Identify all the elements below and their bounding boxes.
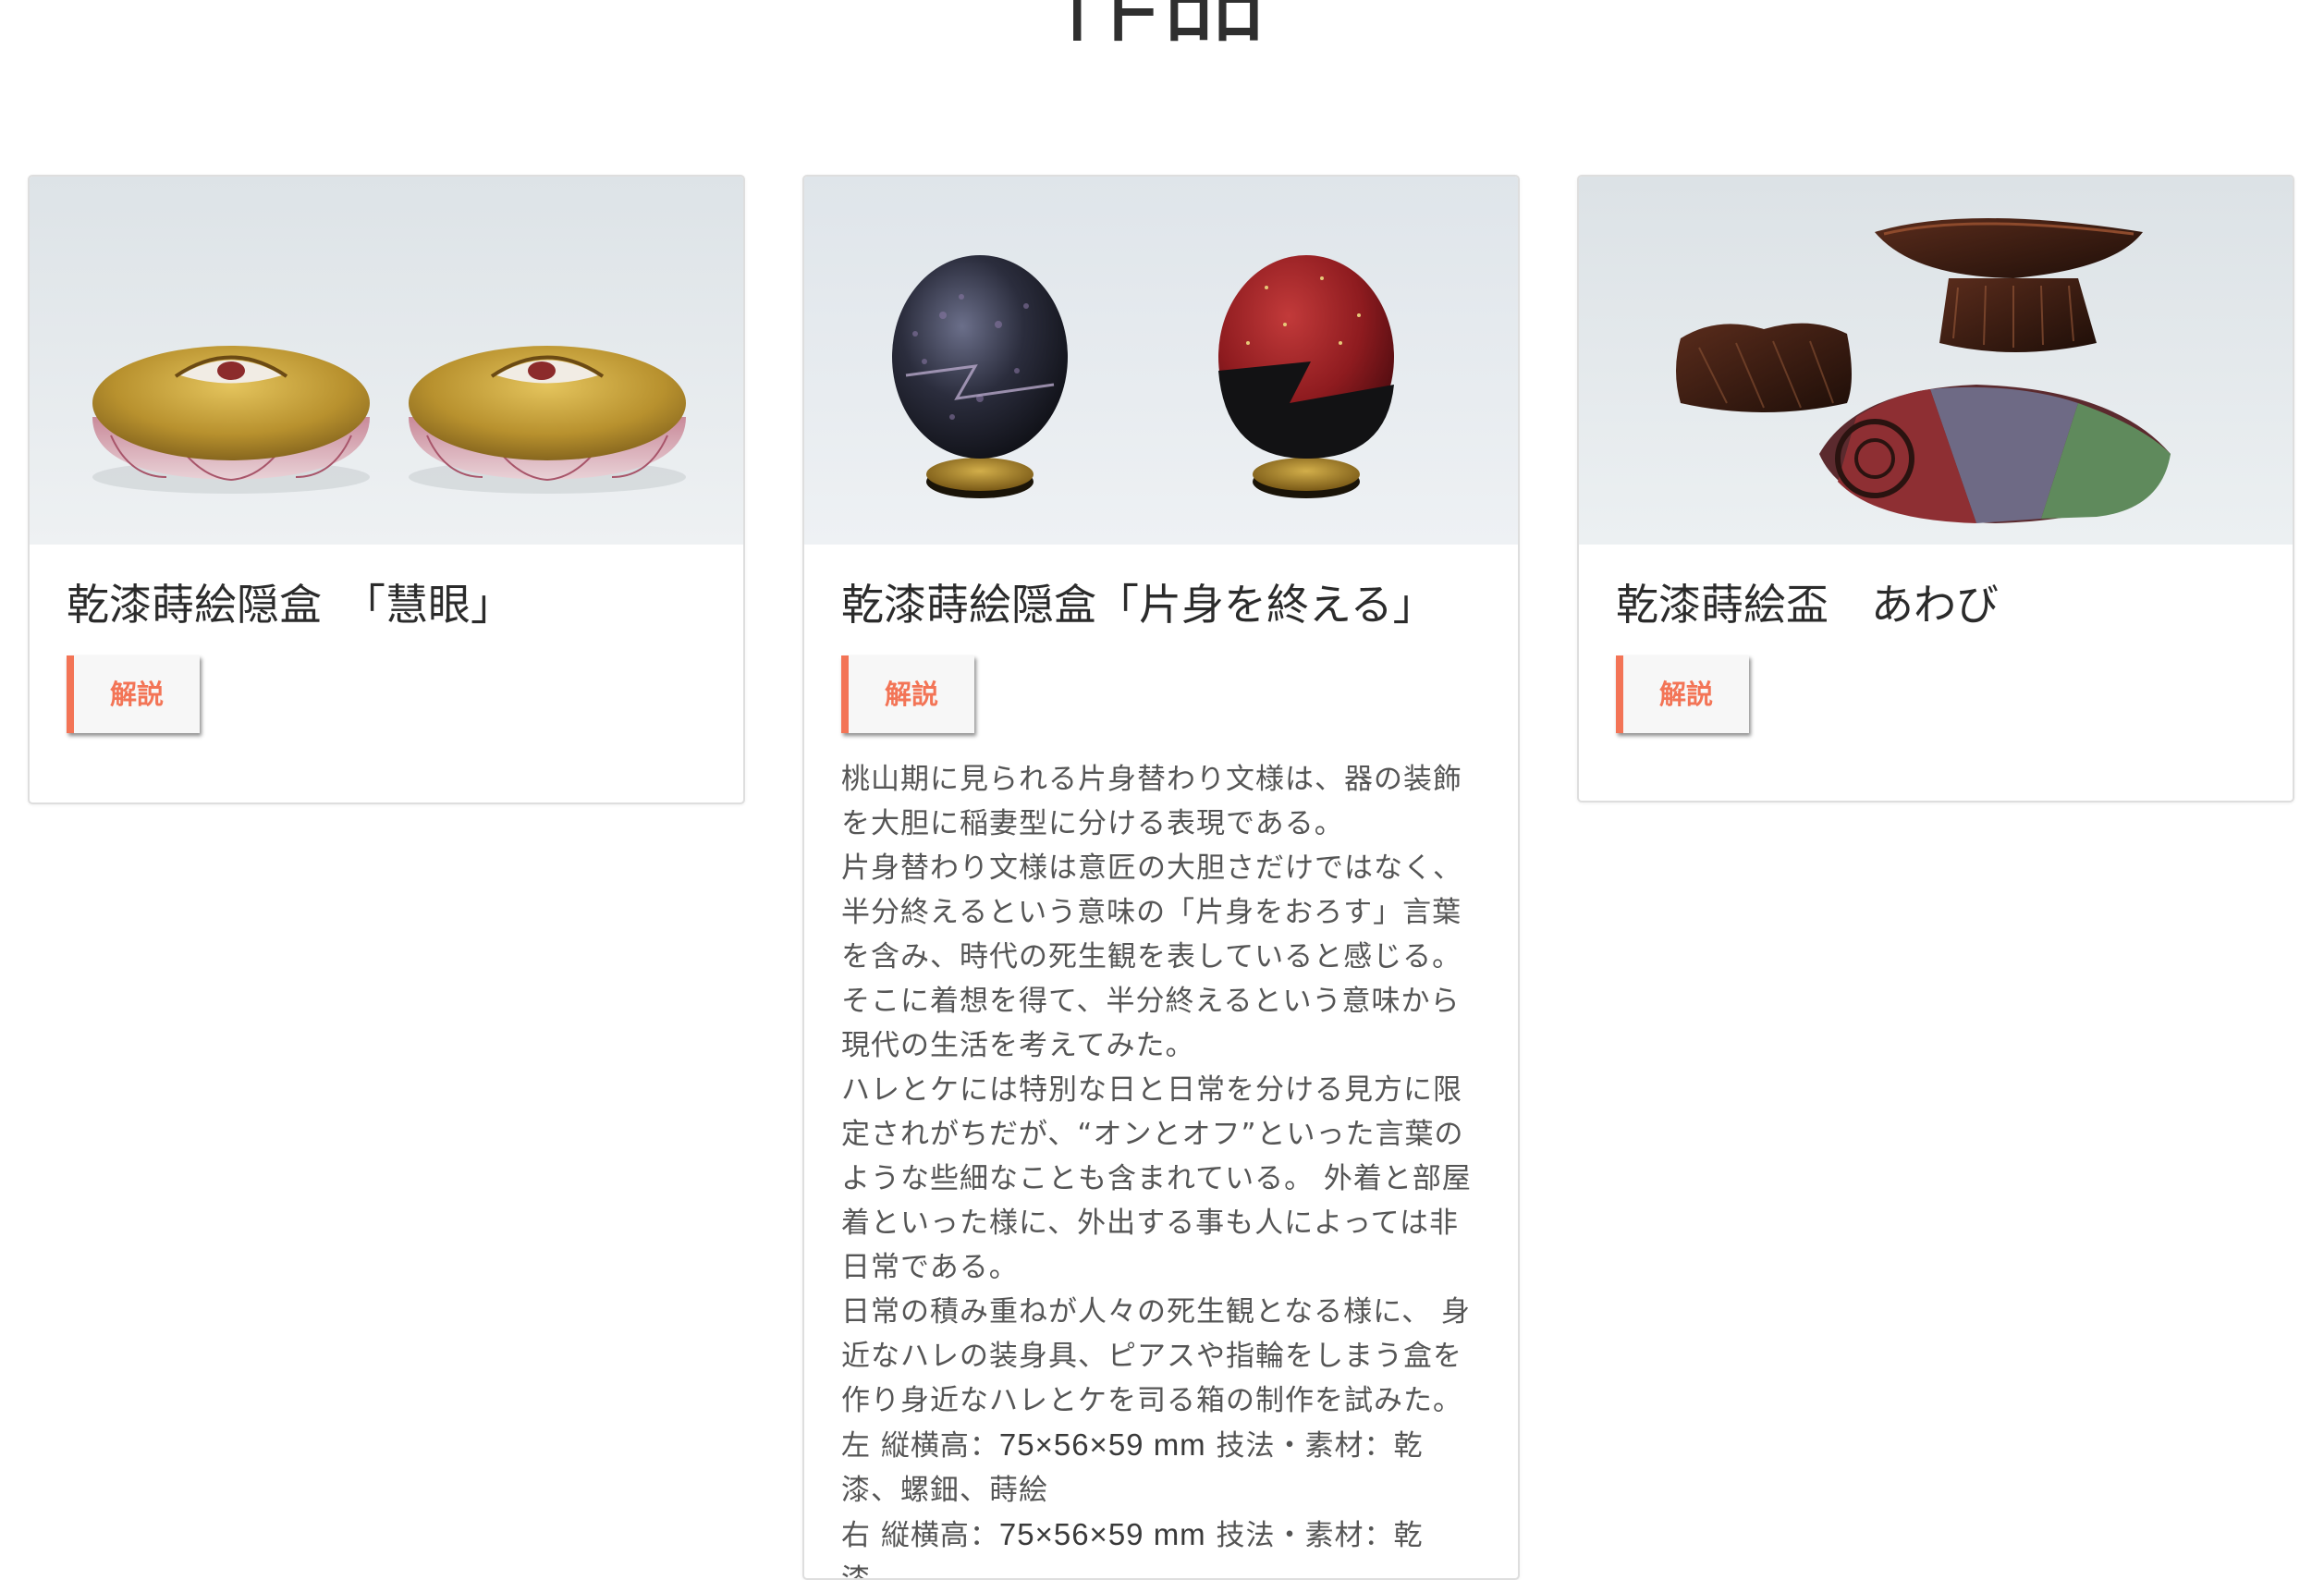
explain-button[interactable]: 解説 (841, 655, 974, 733)
description-paragraph: ハレとケには特別な日と日常を分ける見方に限定されがちだが、“オンとオフ”といった… (841, 1072, 1472, 1284)
work-title: 乾漆蒔絵盃 あわび (1616, 580, 1999, 630)
work-title: 乾漆蒔絵隠盒 「慧眼」 (67, 580, 513, 630)
explain-button[interactable]: 解説 (67, 655, 200, 733)
work-card-awabi: 乾漆蒔絵盃 あわび 解説 (1577, 175, 2294, 802)
photo-abalone-sake-cups (1579, 177, 2293, 545)
photo-egg-shaped-boxes (804, 177, 1518, 545)
work-card-katami: 乾漆蒔絵隠盒「片身を終える」 解説 桃山期に見られる片身替わり文様は、器の装飾を… (802, 175, 1520, 1580)
work-image-keigan[interactable] (30, 177, 743, 545)
page-title: 作品 (0, 0, 2324, 59)
work-description: 桃山期に見られる片身替わり文様は、器の装飾を大胆に稲妻型に分ける表現である。 片… (841, 757, 1481, 1578)
description-paragraph: 桃山期に見られる片身替わり文様は、器の装飾を大胆に稲妻型に分ける表現である。 (841, 762, 1462, 840)
spec-prefix: 右 縦横高： (841, 1518, 999, 1552)
spec-dimensions: 75×56×59 mm (998, 1427, 1206, 1462)
spec-dimensions: 75×56×59 mm (998, 1516, 1206, 1551)
description-paragraph: 日常の積み重ねが人々の死生観となる様に、 身近なハレの装身具、ピアスや指輪をしま… (841, 1294, 1471, 1417)
work-image-awabi[interactable] (1579, 177, 2293, 545)
description-paragraph: 片身替わり文様は意匠の大胆さだけではなく、半分終えるという意味の「片身をおろす」… (841, 851, 1462, 1062)
work-image-katami[interactable] (804, 177, 1518, 545)
spec-prefix: 左 縦横高： (841, 1428, 999, 1463)
work-card-keigan: 乾漆蒔絵隠盒 「慧眼」 解説 (28, 175, 745, 804)
explain-button[interactable]: 解説 (1616, 655, 1749, 733)
spec-line-left: 左 縦横高：75×56×59 mm 技法・素材：乾漆、螺鈿、蒔絵 (841, 1423, 1481, 1513)
work-title: 乾漆蒔絵隠盒「片身を終える」 (841, 580, 1436, 630)
photo-golden-eye-boxes (30, 177, 743, 545)
spec-line-right: 右 縦横高：75×56×59 mm 技法・素材：乾漆、 (841, 1513, 1481, 1578)
